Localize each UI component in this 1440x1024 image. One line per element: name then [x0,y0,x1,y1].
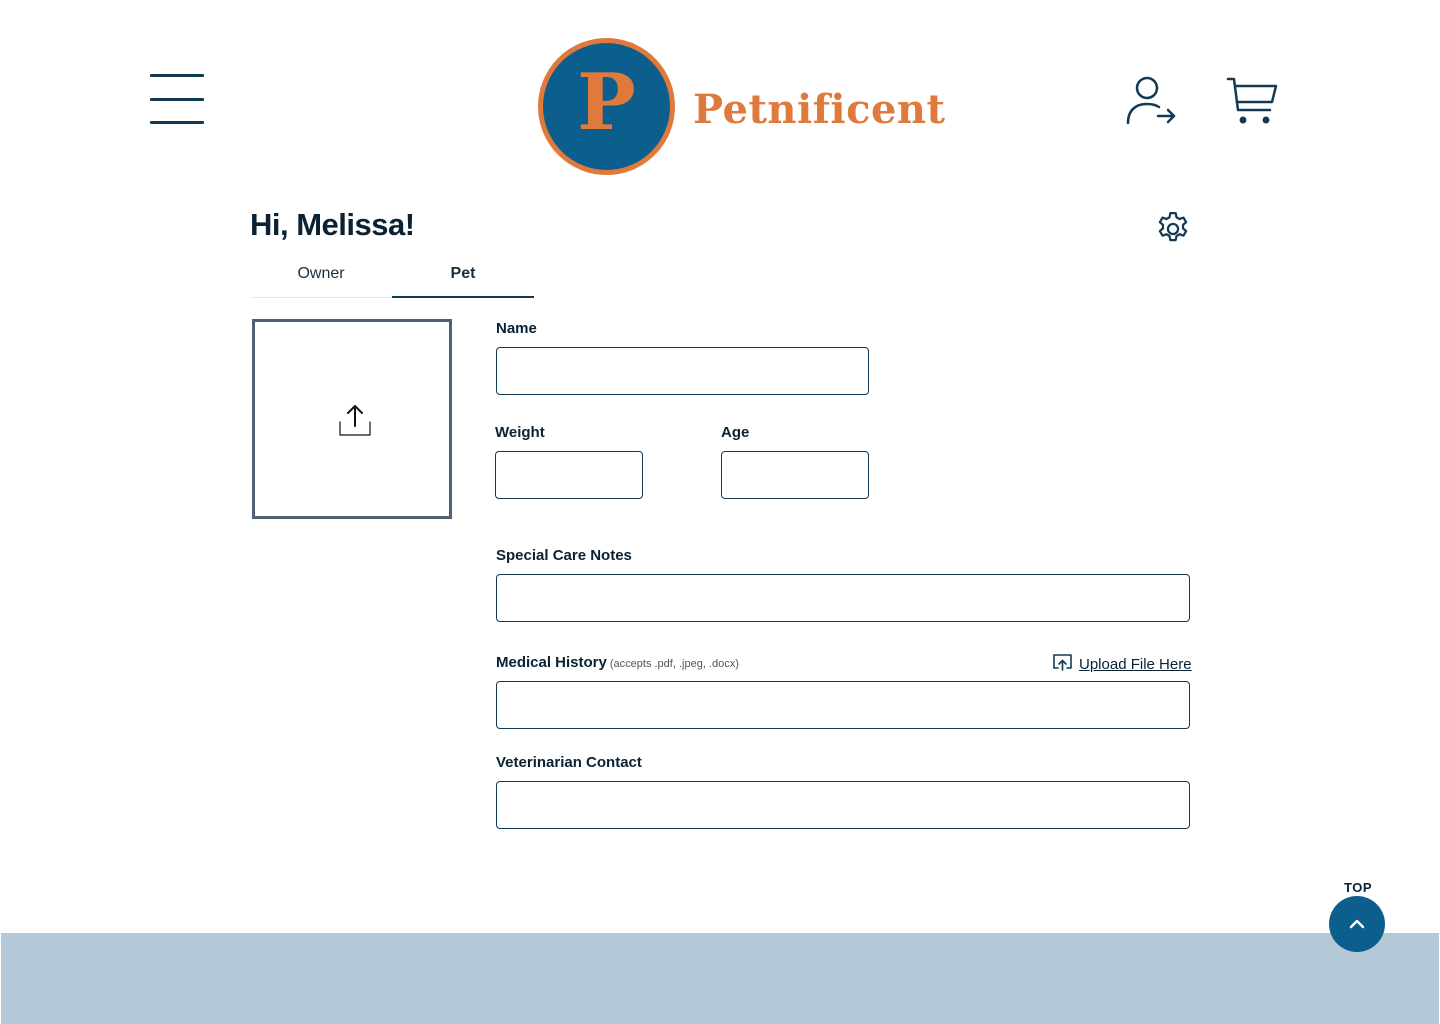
medical-history-field[interactable] [496,681,1190,729]
logo-letter: P [577,57,636,148]
upload-arrow-icon [337,402,373,438]
age-label: Age [721,424,750,441]
name-field[interactable] [496,347,869,395]
weight-label: Weight [495,424,545,441]
profile-tabs: Owner Pet [250,258,534,298]
back-to-top-button[interactable] [1329,896,1385,952]
file-types-hint: (accepts .pdf, .jpeg, .docx) [609,658,739,670]
medical-history-label: Medical History (accepts .pdf, .jpeg, .do… [496,654,739,671]
page-title: Hi, Melissa! [250,207,415,242]
user-login-icon[interactable] [1124,76,1178,126]
brand-logo[interactable]: P Petnificent [538,38,945,176]
brand-name: Petnificent [693,86,946,133]
tab-owner[interactable]: Owner [250,258,392,298]
chevron-up-icon [1349,919,1365,929]
footer [1,933,1439,1024]
upload-file-link[interactable]: Upload File Here [1052,653,1192,676]
tab-pet[interactable]: Pet [392,258,534,298]
hamburger-menu-icon[interactable] [150,74,204,126]
cloud-upload-icon [1052,653,1073,676]
back-to-top-label: TOP [1344,880,1372,895]
name-label: Name [496,320,537,337]
special-care-label: Special Care Notes [496,547,632,564]
pet-photo-upload[interactable] [252,319,452,519]
gear-icon[interactable] [1154,210,1192,248]
medical-history-label-text: Medical History [496,654,607,671]
weight-field[interactable] [495,451,643,499]
shopping-cart-icon[interactable] [1226,76,1278,126]
upload-file-label: Upload File Here [1079,655,1192,673]
vet-contact-field[interactable] [496,781,1190,829]
age-field[interactable] [721,451,869,499]
special-care-field[interactable] [496,574,1190,622]
vet-contact-label: Veterinarian Contact [496,754,642,771]
